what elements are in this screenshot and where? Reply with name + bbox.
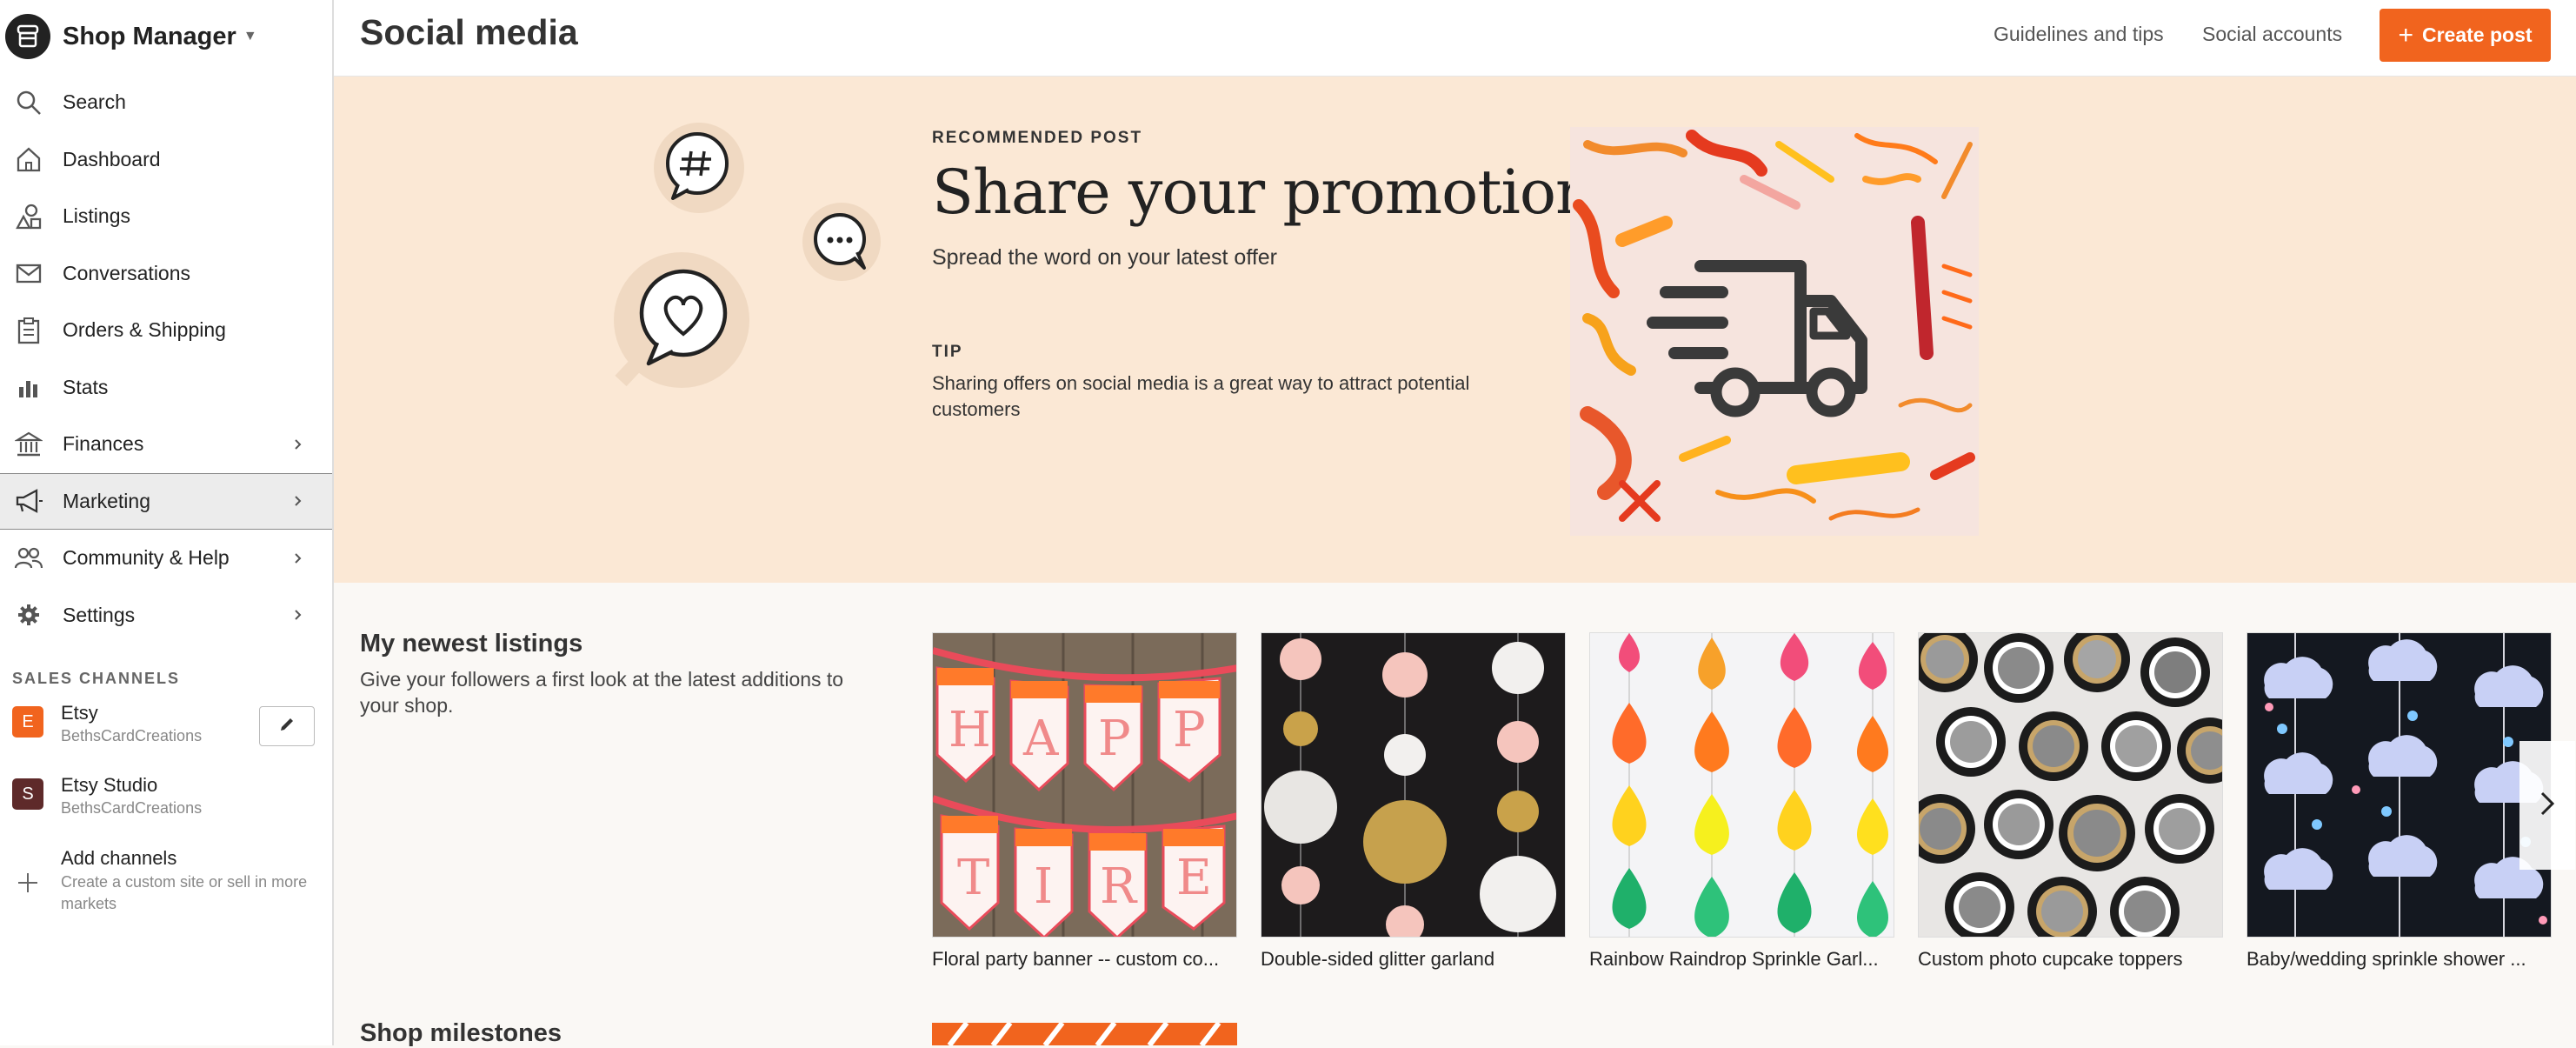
- milestone-image: [932, 1023, 1237, 1045]
- brand-title: Shop Manager: [63, 22, 236, 50]
- svg-text:R: R: [1100, 858, 1138, 915]
- sidebar-item-label: Marketing: [63, 489, 150, 512]
- listing-title: Baby/wedding sprinkle shower ...: [2247, 948, 2526, 970]
- chevron-right-icon: [289, 435, 308, 454]
- carousel-next-button[interactable]: [2519, 741, 2575, 870]
- page-title: Social media: [360, 12, 578, 52]
- sidebar-item-label: Settings: [63, 603, 136, 626]
- chevron-right-icon: [2538, 791, 2557, 821]
- sidebar-item-label: Search: [63, 90, 126, 114]
- recommended-kicker: RECOMMENDED POST: [932, 129, 1143, 147]
- recommended-subtitle: Spread the word on your latest offer: [932, 245, 1277, 270]
- create-post-button[interactable]: + Create post: [2380, 9, 2551, 62]
- sidebar-item-label: Stats: [63, 375, 109, 398]
- sidebar-item-label: Listings: [63, 204, 130, 228]
- channel-shop: BethsCardCreations: [61, 799, 203, 817]
- sidebar-item-search[interactable]: Search: [0, 74, 332, 131]
- edit-channel-button[interactable]: [259, 706, 315, 746]
- pencil-icon: [277, 715, 296, 738]
- shop-milestones-title: Shop milestones: [360, 1019, 562, 1047]
- svg-text:T: T: [957, 850, 989, 906]
- guidelines-link[interactable]: Guidelines and tips: [1994, 23, 2164, 46]
- create-post-label: Create post: [2421, 23, 2533, 46]
- shapes-icon: [12, 200, 45, 233]
- plus-icon: [12, 871, 43, 915]
- sidebar-item-label: Community & Help: [63, 546, 230, 570]
- channel-name: Etsy Studio: [61, 774, 158, 796]
- gear-icon: [12, 598, 45, 631]
- social-bubbles-illustration: [612, 120, 899, 398]
- envelope-icon: [12, 257, 45, 290]
- home-icon: [12, 143, 45, 176]
- sidebar-item-orders-shipping[interactable]: Orders & Shipping: [0, 302, 332, 359]
- listing-title: Floral party banner -- custom co...: [932, 948, 1220, 970]
- sidebar: Shop Manager ▼ Search Dashboard Listings: [0, 0, 334, 1045]
- chevron-down-icon: ▼: [243, 29, 257, 43]
- svg-text:P: P: [1098, 711, 1131, 767]
- sidebar-item-label: Dashboard: [63, 147, 161, 170]
- channel-etsy-studio[interactable]: S Etsy Studio BethsCardCreations: [12, 773, 325, 818]
- sidebar-item-label: Finances: [63, 432, 144, 456]
- svg-text:E: E: [1176, 850, 1212, 906]
- sidebar-item-conversations[interactable]: Conversations: [0, 245, 332, 303]
- svg-text:H: H: [949, 702, 991, 758]
- plus-icon: +: [2398, 20, 2413, 50]
- add-channels-link[interactable]: Add channels Create a custom site or sel…: [12, 845, 325, 915]
- shop-manager-logo-icon: [5, 14, 50, 59]
- listing-image: [1261, 632, 1566, 938]
- sidebar-item-label: Conversations: [63, 261, 191, 284]
- sidebar-item-listings[interactable]: Listings: [0, 188, 332, 245]
- sidebar-item-dashboard[interactable]: Dashboard: [0, 131, 332, 189]
- sidebar-item-finances[interactable]: Finances: [0, 416, 332, 473]
- listing-card[interactable]: Baby/wedding sprinkle shower ...: [2247, 632, 2552, 971]
- sidebar-item-settings[interactable]: Settings: [0, 587, 332, 644]
- listing-title: Double-sided glitter garland: [1261, 948, 1495, 970]
- listing-card[interactable]: Rainbow Raindrop Sprinkle Garl...: [1589, 632, 1894, 971]
- topbar: Social media Guidelines and tips Social …: [334, 0, 2576, 77]
- sidebar-item-stats[interactable]: Stats: [0, 359, 332, 417]
- recommended-post-banner: RECOMMENDED POST Share your promotion Sp…: [334, 77, 2576, 583]
- listing-image: [1918, 632, 2223, 938]
- channel-name: Etsy: [61, 702, 98, 724]
- megaphone-icon: [12, 484, 45, 517]
- promotion-image[interactable]: [1570, 127, 1979, 536]
- sidebar-item-label: Orders & Shipping: [63, 318, 226, 342]
- listing-image: [1589, 632, 1894, 938]
- search-icon: [12, 86, 45, 119]
- chevron-right-icon: [289, 491, 308, 511]
- chevron-right-icon: [289, 549, 308, 568]
- tip-text: Sharing offers on social media is a grea…: [932, 372, 1470, 420]
- add-channels-subtitle: Create a custom site or sell in more mar…: [61, 873, 308, 912]
- shop-manager-menu[interactable]: Shop Manager ▼: [5, 10, 257, 63]
- recommended-title: Share your promotion: [932, 157, 1594, 228]
- svg-text:P: P: [1173, 702, 1206, 758]
- sidebar-item-community-help[interactable]: Community & Help: [0, 530, 332, 587]
- people-icon: [12, 542, 45, 575]
- listing-card[interactable]: HAPP TIRE Floral party banner -- custom …: [932, 632, 1237, 971]
- listing-title: Custom photo cupcake toppers: [1918, 948, 2183, 970]
- newest-listings-description: Give your followers a first look at the …: [360, 668, 844, 717]
- listing-card[interactable]: Double-sided glitter garland: [1261, 632, 1566, 971]
- svg-text:A: A: [1022, 711, 1059, 767]
- bar-chart-icon: [12, 370, 45, 404]
- social-accounts-link[interactable]: Social accounts: [2202, 23, 2342, 46]
- bank-icon: [12, 428, 45, 461]
- channel-badge: E: [12, 706, 43, 738]
- sidebar-item-marketing[interactable]: Marketing: [0, 472, 332, 530]
- listing-title: Rainbow Raindrop Sprinkle Garl...: [1589, 948, 1879, 970]
- svg-text:I: I: [1034, 858, 1053, 915]
- listing-image: [2247, 632, 2552, 938]
- listing-image: HAPP TIRE: [932, 632, 1237, 938]
- channel-badge: S: [12, 778, 43, 810]
- sidebar-nav: Search Dashboard Listings Conversations …: [0, 74, 332, 644]
- sales-channels-header: SALES CHANNELS: [12, 670, 181, 687]
- newest-listings-title: My newest listings: [360, 630, 583, 658]
- chevron-right-icon: [289, 605, 308, 624]
- clipboard-icon: [12, 314, 45, 347]
- add-channels-title: Add channels: [61, 847, 177, 869]
- channel-shop: BethsCardCreations: [61, 727, 203, 744]
- tip-kicker: TIP: [932, 343, 963, 361]
- listing-card[interactable]: Custom photo cupcake toppers: [1918, 632, 2223, 971]
